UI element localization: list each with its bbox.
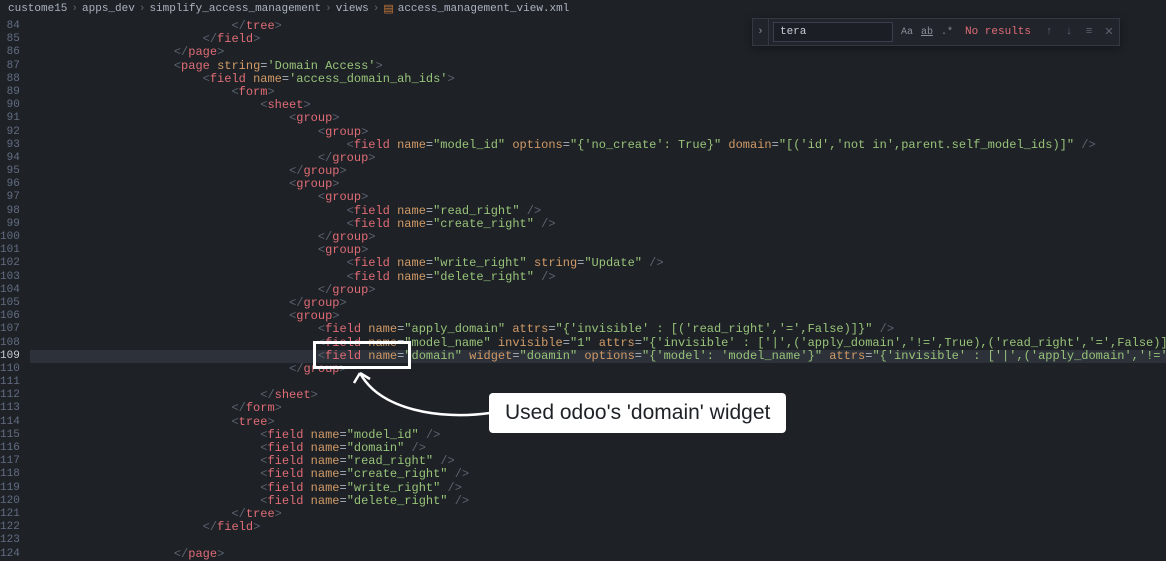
code-area[interactable]: </tree> </field> </page> <page string='D… [30, 18, 1166, 548]
line-number: 123 [0, 534, 20, 547]
line-number: 121 [0, 508, 20, 521]
code-line[interactable]: <group> [30, 191, 1166, 204]
annotation-arrow [350, 365, 500, 425]
line-number: 124 [0, 548, 20, 561]
code-line[interactable]: [<field name="domain" widget="doamin" op… [30, 350, 1166, 363]
line-number-gutter: 8485868788899091929394959697989910010110… [0, 18, 30, 548]
line-number: 109 [0, 350, 20, 363]
line-number: 103 [0, 271, 20, 284]
line-number: 104 [0, 284, 20, 297]
line-number: 94 [0, 152, 20, 165]
line-number: 98 [0, 205, 20, 218]
find-next-button[interactable]: ↓ [1059, 22, 1079, 42]
regex-toggle[interactable]: .* [938, 23, 956, 41]
find-close-button[interactable]: ✕ [1099, 22, 1119, 42]
code-line[interactable]: <field name="write_right" string="Update… [30, 257, 1166, 270]
code-line[interactable]: <group> [30, 112, 1166, 125]
code-line[interactable]: <field name="delete_right" /> [30, 495, 1166, 508]
code-line[interactable]: <field name='access_domain_ah_ids'> [30, 73, 1166, 86]
chevron-right-icon: › [373, 3, 380, 15]
code-line[interactable]: </group> [30, 284, 1166, 297]
line-number: 90 [0, 99, 20, 112]
line-number: 106 [0, 310, 20, 323]
match-word-toggle[interactable]: ab [918, 23, 936, 41]
line-number: 88 [0, 73, 20, 86]
code-line[interactable]: </page> [30, 548, 1166, 561]
line-number: 107 [0, 323, 20, 336]
find-selection-toggle[interactable]: ≡ [1079, 22, 1099, 42]
code-line[interactable]: <field name="write_right" /> [30, 482, 1166, 495]
line-number: 114 [0, 416, 20, 429]
chevron-right-icon: › [139, 3, 146, 15]
code-line[interactable]: <field name="model_id" options="{'no_cre… [30, 139, 1166, 152]
line-number: 100 [0, 231, 20, 244]
line-number: 95 [0, 165, 20, 178]
line-number: 85 [0, 33, 20, 46]
line-number: 96 [0, 178, 20, 191]
line-number: 89 [0, 86, 20, 99]
find-prev-button[interactable]: ↑ [1039, 22, 1059, 42]
line-number: 110 [0, 363, 20, 376]
breadcrumb-item[interactable]: access_management_view.xml [398, 3, 570, 15]
line-number: 92 [0, 126, 20, 139]
line-number: 111 [0, 376, 20, 389]
line-number: 115 [0, 429, 20, 442]
line-number: 122 [0, 521, 20, 534]
line-number: 87 [0, 60, 20, 73]
line-number: 113 [0, 402, 20, 415]
line-number: 117 [0, 455, 20, 468]
line-number: 97 [0, 191, 20, 204]
line-number: 86 [0, 46, 20, 59]
find-input[interactable] [773, 22, 893, 42]
chevron-right-icon: › [325, 3, 332, 15]
line-number: 118 [0, 468, 20, 481]
line-number: 99 [0, 218, 20, 231]
code-line[interactable]: <field name="read_right" /> [30, 205, 1166, 218]
line-number: 91 [0, 112, 20, 125]
chevron-right-icon: › [71, 3, 78, 15]
line-number: 93 [0, 139, 20, 152]
find-results-count: No results [957, 26, 1039, 38]
editor: 8485868788899091929394959697989910010110… [0, 18, 1166, 548]
line-number: 105 [0, 297, 20, 310]
line-number: 102 [0, 257, 20, 270]
breadcrumb-item[interactable]: custome15 [8, 3, 67, 15]
code-line[interactable]: <page string='Domain Access'> [30, 60, 1166, 73]
find-toggle-replace[interactable]: › [753, 19, 769, 45]
breadcrumb-item[interactable]: apps_dev [82, 3, 135, 15]
code-line[interactable]: <field name="delete_right" /> [30, 271, 1166, 284]
breadcrumb-item[interactable]: simplify_access_management [149, 3, 321, 15]
code-line[interactable]: <field name="create_right" /> [30, 468, 1166, 481]
annotation-label: Used odoo's 'domain' widget [489, 393, 786, 433]
line-number: 84 [0, 20, 20, 33]
line-number: 119 [0, 482, 20, 495]
breadcrumb: custome15 › apps_dev › simplify_access_m… [0, 0, 1166, 18]
line-number: 108 [0, 337, 20, 350]
match-case-toggle[interactable]: Aa [898, 23, 916, 41]
line-number: 112 [0, 389, 20, 402]
line-number: 101 [0, 244, 20, 257]
line-number: 120 [0, 495, 20, 508]
breadcrumb-item[interactable]: views [336, 3, 369, 15]
file-icon: ▤ [383, 2, 393, 16]
find-widget: › Aa ab .* No results ↑ ↓ ≡ ✕ [752, 18, 1120, 46]
line-number: 116 [0, 442, 20, 455]
